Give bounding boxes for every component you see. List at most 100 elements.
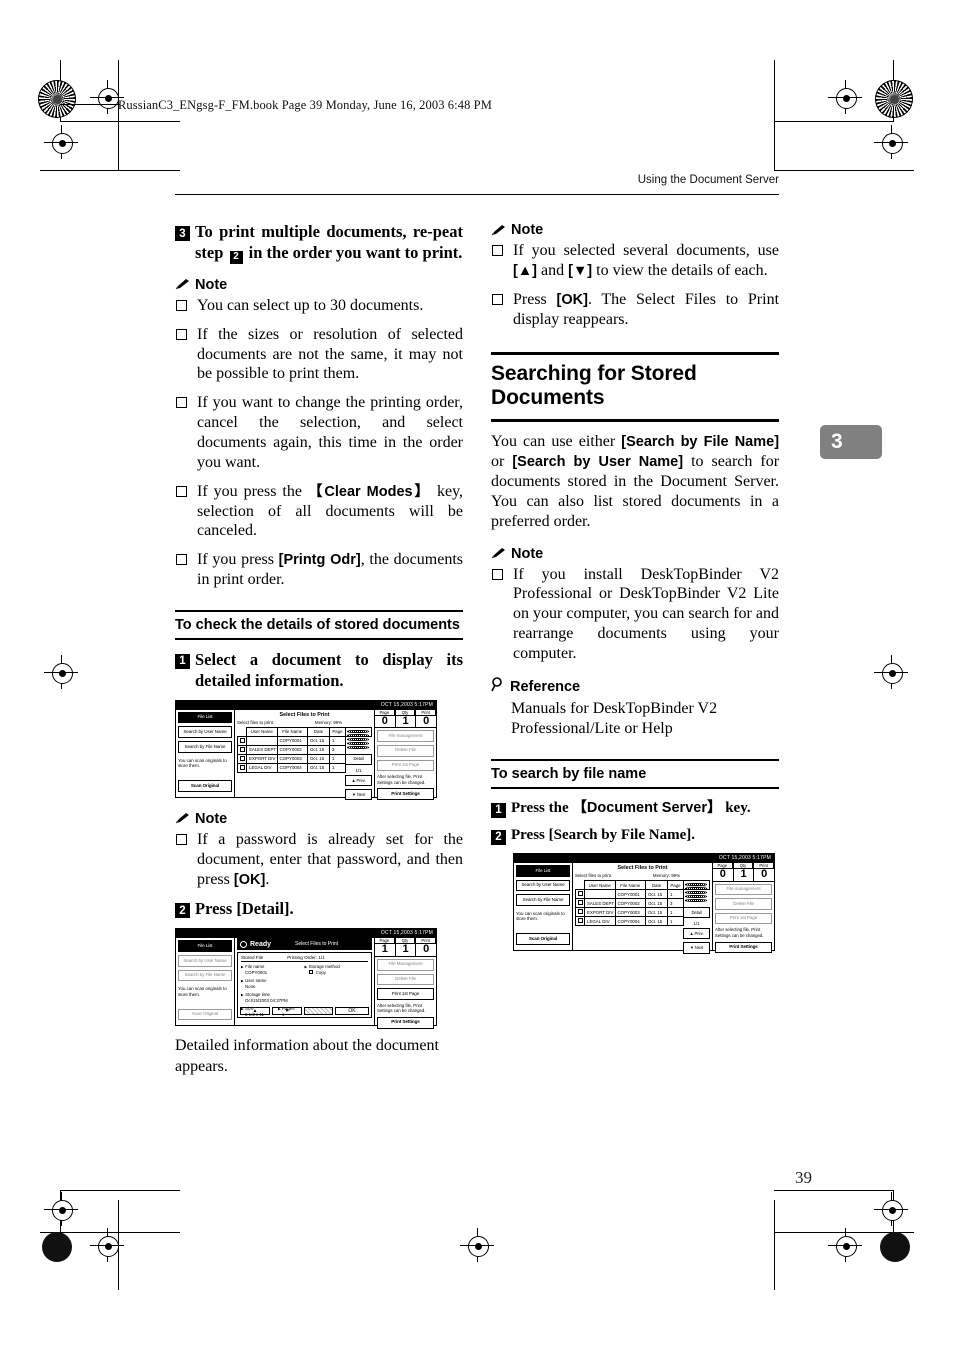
lcd-panel[interactable]: OCT 15,2003 5:17PM File List Search by U… xyxy=(175,699,437,801)
search-by-file-name-button[interactable]: Search by File Name xyxy=(178,741,232,753)
sub-left-text: Select files to print. xyxy=(575,873,613,879)
column-page[interactable]: Page xyxy=(329,726,346,737)
crop-line xyxy=(774,170,914,172)
step-text-before: Press the xyxy=(511,799,569,816)
column-file-name[interactable]: File Name xyxy=(276,726,308,737)
row-checkbox[interactable] xyxy=(237,753,247,764)
column-user-name[interactable]: User Name xyxy=(584,880,616,891)
file-management-button[interactable]: File Management xyxy=(377,958,434,971)
note-list: If a password is already set for the doc… xyxy=(175,830,463,890)
row-checkbox[interactable] xyxy=(575,916,585,927)
status-datetime: OCT 15,2003 5:17PM xyxy=(718,855,771,862)
page-indicator: 1/1 xyxy=(693,921,700,927)
row-checkbox[interactable] xyxy=(575,898,585,909)
cell-date: Oct. 15 xyxy=(645,898,668,909)
column-date[interactable]: Date xyxy=(645,880,668,891)
search-by-file-name-button[interactable]: Search by File Name xyxy=(516,894,570,906)
detail-button[interactable]: Detail xyxy=(683,907,710,919)
step-text-after: in the order you want to print. xyxy=(248,242,463,262)
file-management-button[interactable]: File management xyxy=(377,730,434,742)
print-1st-page-button[interactable]: Print 1st Page xyxy=(377,988,434,1000)
detail-button[interactable]: Detail xyxy=(345,753,372,766)
registration-dot-circle xyxy=(38,80,76,118)
note-text: Press xyxy=(513,290,547,308)
row-checkbox[interactable] xyxy=(237,735,247,746)
registration-mark-bottom xyxy=(90,1228,124,1262)
cell-page: 3 xyxy=(667,898,684,909)
column-user-name[interactable]: User Name xyxy=(246,726,278,737)
ok-button[interactable]: OK xyxy=(335,1007,369,1016)
registration-mark-bottom xyxy=(828,1228,862,1262)
spacer-area xyxy=(304,1007,333,1016)
cell-page: 1 xyxy=(329,762,346,773)
file-list-button[interactable]: File List xyxy=(178,711,232,724)
prev-button[interactable]: ▲ Prev. xyxy=(683,928,710,940)
sub-left-text: Select files to print. xyxy=(237,719,275,725)
file-management-button[interactable]: File management xyxy=(715,883,772,896)
search-by-user-name-button[interactable]: Search by User Name xyxy=(178,726,232,739)
counter-qty: Qty 1 xyxy=(395,938,417,956)
subsection-title: To search by file name xyxy=(491,766,647,783)
note-text: to view the details of each. xyxy=(596,261,768,279)
key-label: 【Document Server】 xyxy=(572,799,722,816)
stored-file-label: Stored File xyxy=(241,955,264,961)
subsection-heading: To search by file name xyxy=(491,758,779,789)
print-1st-page-button[interactable]: Print 1st Page xyxy=(377,759,434,772)
note-item: Press [OK]. The Select Files to Print di… xyxy=(491,290,779,330)
search-by-user-name-button[interactable]: Search by User Name xyxy=(516,879,570,892)
delete-file-button[interactable]: Delete File xyxy=(377,744,434,757)
note-label: Note xyxy=(511,545,544,562)
lcd-right-pane: Page 1 Qty 1 Print 0 File Management Del… xyxy=(374,938,437,1029)
next-button[interactable]: ▼ Next xyxy=(345,789,372,801)
lcd-subrow: Select files to print. Memory: 99% xyxy=(237,720,372,725)
step-number: 2 xyxy=(491,829,506,845)
print-settings-button[interactable]: Print Settings xyxy=(715,941,772,954)
step-text: Press [Detail]. xyxy=(195,899,294,919)
scan-original-button[interactable]: Scan Original xyxy=(178,780,232,792)
print-1st-page-button[interactable]: Print 1st Page xyxy=(715,912,772,925)
file-list-button[interactable]: File List xyxy=(178,940,232,953)
search-by-file-name-button[interactable]: Search by File Name xyxy=(178,969,232,982)
delete-file-button[interactable]: Delete File xyxy=(377,973,434,986)
delete-file-button[interactable]: Delete File xyxy=(715,898,772,910)
row-checkbox[interactable] xyxy=(575,907,585,918)
pencil-icon xyxy=(175,812,190,825)
field-value: Copy xyxy=(315,970,326,976)
file-list-button[interactable]: File List xyxy=(516,865,570,877)
print-settings-button[interactable]: Print Settings xyxy=(377,788,434,800)
row-checkbox[interactable] xyxy=(237,762,247,773)
scan-original-button[interactable]: Scan Original xyxy=(178,1008,232,1021)
scan-original-button[interactable]: Scan Original xyxy=(516,933,570,946)
prev-button[interactable]: ▲ Prev. xyxy=(345,775,372,787)
rule xyxy=(491,787,779,789)
cell-page: 1 xyxy=(667,916,684,927)
next-button[interactable]: ▼ Next xyxy=(683,942,710,954)
cell-user: LEGAL DIV xyxy=(246,762,278,773)
lcd-panel[interactable]: OCT 15,2003 5:17PM File List Search by U… xyxy=(513,853,775,954)
column-file-name[interactable]: File Name xyxy=(614,880,646,891)
cell-user: LEGAL DIV xyxy=(584,916,616,927)
column-page[interactable]: Page xyxy=(667,880,684,891)
row-checkbox[interactable] xyxy=(237,744,247,755)
step-number: 1 xyxy=(491,802,506,818)
left-column: 3 To print multiple documents, re-peat s… xyxy=(175,222,463,1077)
column-date[interactable]: Date xyxy=(307,726,330,737)
field-user-name: User name None xyxy=(241,978,305,990)
cell-page: 3 xyxy=(329,744,346,755)
lcd-center-pane: Select Files to Print Select files to pr… xyxy=(573,863,712,954)
lcd-panel-detail[interactable]: OCT 15,2003 5:17PM File List Search by U… xyxy=(175,928,437,1029)
cell-file: COPY0001 xyxy=(276,735,308,746)
scroll-down-button[interactable]: ▼ xyxy=(272,1007,302,1016)
print-settings-button[interactable]: Print Settings xyxy=(377,1016,434,1029)
step-number: 3 xyxy=(175,226,190,241)
scroll-up-button[interactable]: ▲ xyxy=(240,1007,270,1016)
search-by-user-name-button[interactable]: Search by User Name xyxy=(178,955,232,967)
note-item: You can select up to 30 documents. xyxy=(175,296,463,316)
lcd-left-pane: File List Search by User Name Search by … xyxy=(176,709,235,797)
field-key: File name xyxy=(241,964,264,969)
note-text: If you press the xyxy=(197,482,302,500)
ready-bar: Ready Select Files to Print xyxy=(237,938,372,951)
cell-date: Oct. 15 xyxy=(645,889,668,900)
key-label: [OK] xyxy=(556,291,588,308)
row-checkbox[interactable] xyxy=(575,889,585,900)
